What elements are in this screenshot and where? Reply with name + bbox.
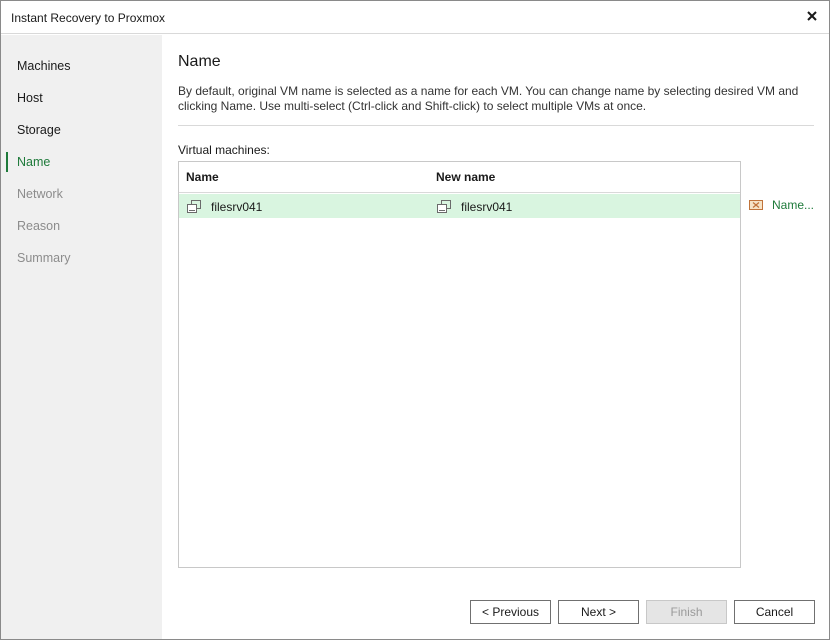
column-header-name[interactable]: Name — [186, 162, 219, 192]
vm-icon — [186, 198, 202, 214]
cancel-button[interactable]: Cancel — [734, 600, 815, 624]
window-title: Instant Recovery to Proxmox — [11, 11, 166, 25]
step-label: Name — [17, 155, 51, 169]
step-label: Reason — [17, 219, 61, 233]
step-host[interactable]: Host — [1, 87, 162, 109]
step-label: Host — [17, 91, 43, 105]
previous-button[interactable]: < Previous — [470, 600, 551, 624]
page-description: By default, original VM name is selected… — [178, 84, 799, 113]
step-network: Network — [1, 183, 162, 205]
table-row[interactable]: filesrv041 filesrv041 — [179, 194, 740, 218]
step-reason: Reason — [1, 215, 162, 237]
vm-icon — [436, 198, 452, 214]
next-button[interactable]: Next > — [558, 600, 639, 624]
step-label: Summary — [17, 251, 71, 265]
step-content: Name By default, original VM name is sel… — [162, 35, 829, 639]
step-label: Machines — [17, 59, 71, 73]
name-button-label: Name... — [772, 198, 815, 212]
rename-icon — [748, 197, 764, 213]
vm-name-cell: filesrv041 — [186, 194, 262, 218]
step-name[interactable]: Name — [1, 151, 162, 173]
vm-new-name-cell: filesrv041 — [436, 194, 512, 218]
virtual-machines-label: Virtual machines: — [178, 143, 270, 157]
vm-name-text: filesrv041 — [211, 199, 263, 214]
step-summary: Summary — [1, 247, 162, 269]
page-title: Name — [178, 53, 221, 70]
vm-new-name-text: filesrv041 — [461, 199, 513, 214]
current-step-indicator — [6, 152, 8, 172]
column-header-new-name[interactable]: New name — [436, 162, 495, 192]
wizard-steps-sidebar: Machines Host Storage Name Network Reaso… — [1, 35, 162, 639]
header-divider — [179, 192, 740, 193]
divider — [178, 125, 814, 126]
step-machines[interactable]: Machines — [1, 55, 162, 77]
wizard-window: Instant Recovery to Proxmox Machines Hos… — [0, 0, 830, 640]
finish-button: Finish — [646, 600, 727, 624]
step-storage[interactable]: Storage — [1, 119, 162, 141]
close-button[interactable] — [803, 7, 821, 25]
title-bar: Instant Recovery to Proxmox — [1, 1, 829, 34]
close-icon — [807, 11, 817, 21]
name-button[interactable]: Name... — [748, 197, 814, 213]
step-label: Storage — [17, 123, 61, 137]
step-label: Network — [17, 187, 63, 201]
vm-table[interactable]: Name New name filesrv041 filesrv041 — [178, 161, 741, 568]
wizard-footer: < Previous Next > Finish Cancel — [162, 600, 829, 624]
